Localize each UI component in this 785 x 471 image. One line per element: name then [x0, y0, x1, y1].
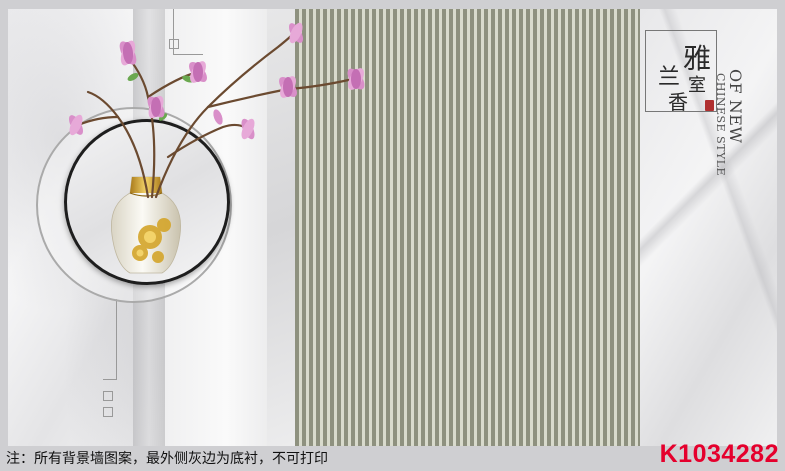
seal-char-4: 香 [668, 90, 688, 114]
side-text-line2: CHINESE STYLE [714, 73, 727, 177]
deco-line-bottom-vertical [116, 299, 117, 379]
wallpaper-design: 雅 室 兰 香 OF NEW CHINESE STYLE [8, 9, 777, 446]
seal-char-3: 兰 [658, 65, 681, 90]
deco-square-bottom-2 [103, 407, 113, 417]
side-english-text: OF NEW CHINESE STYLE [714, 69, 745, 176]
seal-char-2: 室 [688, 75, 706, 96]
footer-note: 注：所有背景墙图案，最外侧灰边为底衬，不可打印 [6, 451, 328, 467]
deco-square-bottom-1 [103, 391, 113, 401]
magnolia-branches-illustration [69, 22, 365, 199]
side-text-line1: OF NEW [726, 69, 745, 144]
red-seal-stamp [705, 100, 714, 111]
deco-line-bottom-horizontal [103, 379, 117, 380]
seal-char-1: 雅 [683, 42, 712, 75]
product-code: K1034282 [659, 440, 779, 468]
